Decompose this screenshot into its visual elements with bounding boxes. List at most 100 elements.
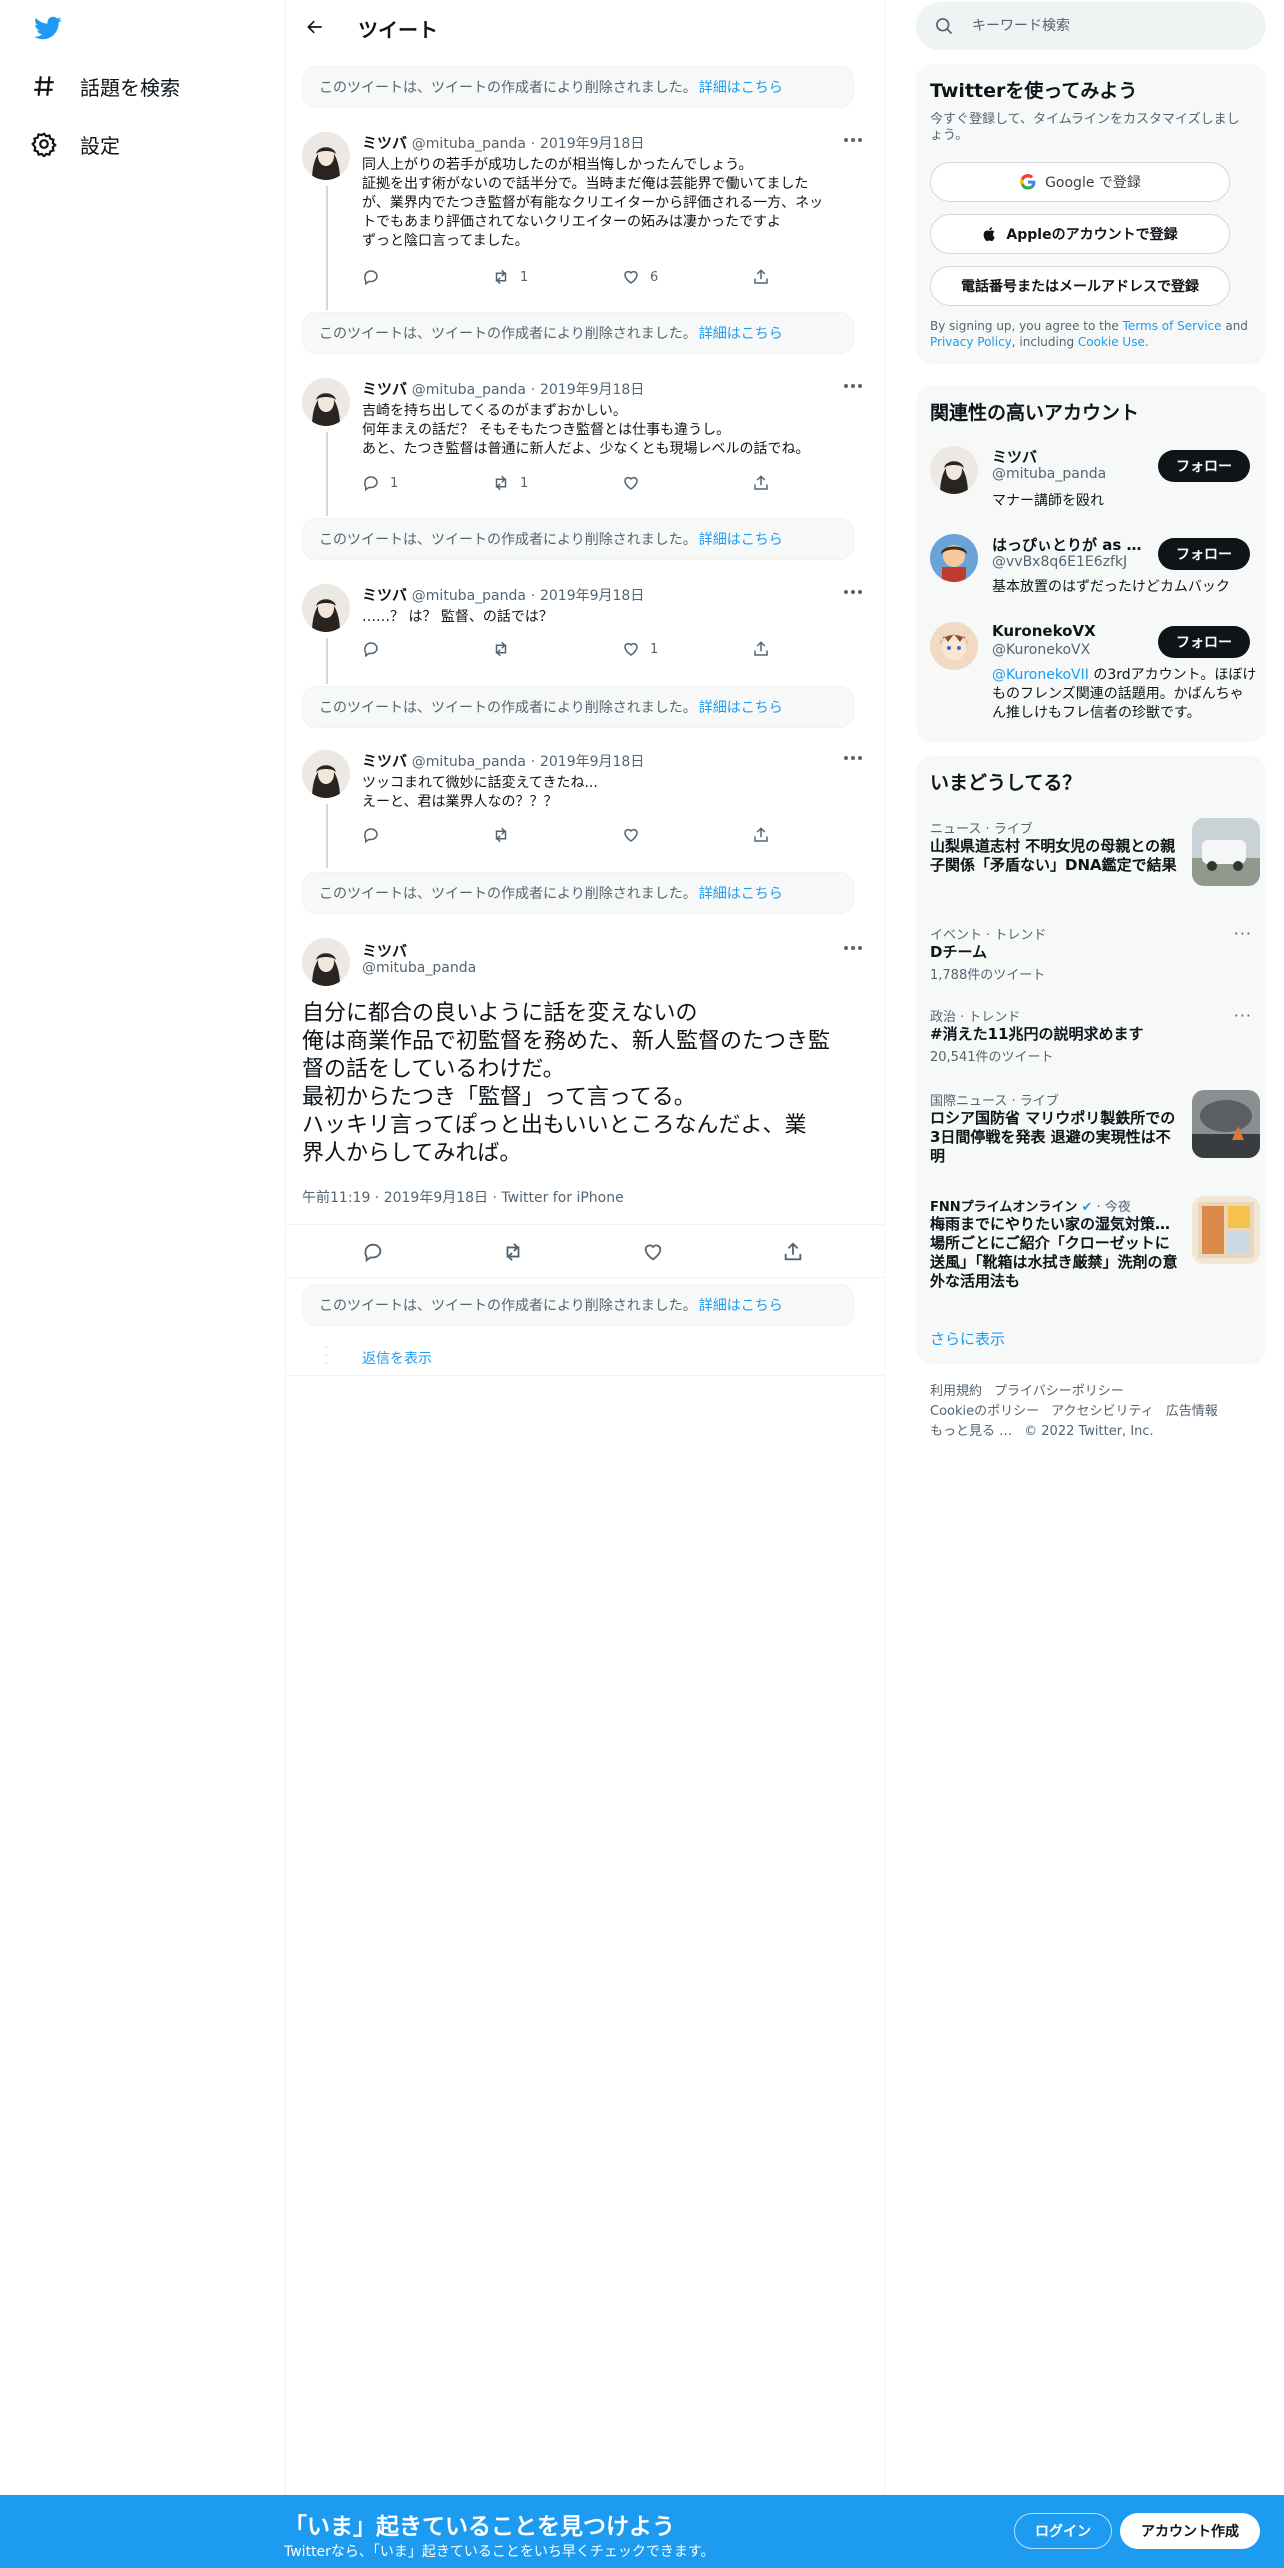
details-link[interactable]: 詳細はこちら [699,323,783,343]
search-input[interactable] [972,14,1242,38]
main-column: ツイート このツイートは、ツイートの作成者により削除されました。 詳細はこちら ミ… [286,0,885,2568]
terms-of-service-link[interactable]: Terms of Service [1123,319,1222,333]
reply-button[interactable]: 1 [362,474,398,492]
footer-link[interactable]: Cookieのポリシー [930,1404,1039,1419]
retweet-button[interactable] [492,640,520,658]
retweet-button[interactable]: 1 [492,474,528,492]
footer-link[interactable]: 利用規約 [930,1384,982,1399]
privacy-policy-link[interactable]: Privacy Policy [930,335,1012,349]
tweet-date[interactable]: 2019年9月18日 [540,382,644,398]
footer-link[interactable]: プライバシーポリシー [994,1384,1124,1399]
more-options-icon[interactable]: ··· [1234,924,1252,943]
author-name[interactable]: ミツバ [362,940,407,961]
follow-button[interactable]: フォロー [1158,626,1250,658]
arrow-left-icon[interactable] [300,12,330,42]
author-handle[interactable]: @mituba_panda [412,382,526,398]
author-name[interactable]: ミツバ [362,752,407,770]
heart-icon [624,476,638,490]
show-replies-row[interactable]: · · · 返信を表示 [286,1340,885,1376]
author-handle[interactable]: @mituba_panda [362,960,476,976]
heart-icon[interactable] [642,1241,664,1263]
account-item[interactable]: はっぴぃとりが as ... @vvBx8q6E1E6zfkJ 基本放置のはずだ… [916,534,1266,622]
tweet-actions: 1 6 [362,268,812,290]
more-options-icon[interactable] [841,584,865,604]
more-options-icon[interactable] [841,378,865,398]
like-button[interactable] [622,826,650,844]
avatar[interactable] [302,132,350,180]
author-name[interactable]: ミツバ [362,380,407,398]
account-name[interactable]: はっぴぃとりが as ... [992,534,1142,555]
author-name[interactable]: ミツバ [362,134,407,152]
avatar[interactable] [302,584,350,632]
tweet-date[interactable]: 2019年9月18日 [540,754,644,770]
login-button[interactable]: ログイン [1014,2513,1112,2549]
google-signup-button[interactable]: Google で登録 [930,162,1230,202]
apple-signup-button[interactable]: Appleのアカウントで登録 [930,214,1230,254]
trend-title: 梅雨までにやりたい家の湿気対策…場所ごとにご紹介「クローゼットに送風」「靴箱は水… [930,1215,1178,1290]
more-options-icon[interactable] [841,940,865,960]
trend-item[interactable]: FNNプライムオンライン ✔ · 今夜 梅雨までにやりたい家の湿気対策…場所ごと… [930,1196,1260,1292]
footer-link[interactable]: アクセシビリティ [1051,1404,1154,1419]
more-options-icon[interactable]: ··· [1234,1006,1252,1025]
twitter-bird-icon[interactable] [32,14,64,42]
avatar[interactable] [930,534,978,582]
trend-item[interactable]: イベント · トレンド Dチーム 1,788件のツイート ··· [930,924,1260,984]
search-box[interactable] [916,2,1266,50]
share-button[interactable] [752,826,780,844]
details-link[interactable]: 詳細はこちら [699,697,783,717]
share-button[interactable] [752,268,780,286]
reply-button[interactable] [362,826,390,844]
cookie-use-link[interactable]: Cookie Use [1078,335,1145,349]
follow-button[interactable]: フォロー [1158,538,1250,570]
trend-item[interactable]: ニュース · ライブ 山梨県道志村 不明女児の母親との親子関係「矛盾ない」DNA… [930,818,1260,890]
avatar[interactable] [930,446,978,494]
author-handle[interactable]: @mituba_panda [412,754,526,770]
account-name[interactable]: ミツバ [992,446,1142,467]
details-link[interactable]: 詳細はこちら [699,529,783,549]
show-replies-link[interactable]: 返信を表示 [362,1348,432,1368]
footer-link[interactable]: 広告情報 [1166,1404,1218,1419]
like-button[interactable]: 1 [622,640,658,658]
tweet-date[interactable]: 2019年9月18日 [540,136,644,152]
nav-explore[interactable]: 話題を検索 [30,66,180,106]
author-handle[interactable]: @mituba_panda [412,588,526,604]
more-options-icon[interactable] [841,132,865,152]
avatar[interactable] [302,750,350,798]
more-options-icon[interactable] [841,750,865,770]
nav-settings[interactable]: 設定 [30,124,120,164]
phone-email-signup-button[interactable]: 電話番号またはメールアドレスで登録 [930,266,1230,306]
share-icon [754,641,768,656]
reply-icon[interactable] [362,1241,384,1263]
retweet-icon[interactable] [502,1241,524,1263]
account-name[interactable]: KuronekoVX [992,622,1142,640]
account-item[interactable]: KuronekoVX @KuronekoVX @KuronekoVII の3rd… [916,622,1266,721]
share-button[interactable] [752,640,780,658]
retweet-button[interactable] [492,826,520,844]
footer-link[interactable]: もっと見る … [930,1424,1012,1439]
follow-button[interactable]: フォロー [1158,450,1250,482]
bio-mention-link[interactable]: @KuronekoVII [992,667,1089,683]
reply-button[interactable] [362,640,390,658]
avatar[interactable] [302,938,350,986]
account-item[interactable]: ミツバ @mituba_panda マナー講師を殴れ フォロー [916,446,1266,534]
details-link[interactable]: 詳細はこちら [699,883,783,903]
share-button[interactable] [752,474,780,492]
like-button[interactable]: 6 [622,268,658,286]
avatar[interactable] [302,378,350,426]
trend-item[interactable]: 政治 · トレンド #消えた11兆円の説明求めます 20,541件のツイート ·… [930,1006,1260,1066]
show-more-link[interactable]: さらに表示 [930,1328,1005,1349]
tweet-timestamp[interactable]: 午前11:19 · 2019年9月18日 · Twitter for iPhon… [302,1187,624,1207]
signup-button[interactable]: アカウント作成 [1120,2513,1260,2549]
reply-button[interactable] [362,268,390,286]
retweet-button[interactable]: 1 [492,268,528,286]
share-icon[interactable] [782,1241,804,1263]
avatar[interactable] [930,622,978,670]
like-button[interactable] [622,474,650,492]
trend-item[interactable]: 国際ニュース · ライブ ロシア国防省 マリウポリ製鉄所での3日間停戦を発表 退… [930,1090,1260,1170]
details-link[interactable]: 詳細はこちら [699,1295,783,1315]
author-name[interactable]: ミツバ [362,586,407,604]
author-handle[interactable]: @mituba_panda [412,136,526,152]
account-bio: マナー講師を殴れ [992,493,1104,509]
details-link[interactable]: 詳細はこちら [699,77,783,97]
tweet-date[interactable]: 2019年9月18日 [540,588,644,604]
